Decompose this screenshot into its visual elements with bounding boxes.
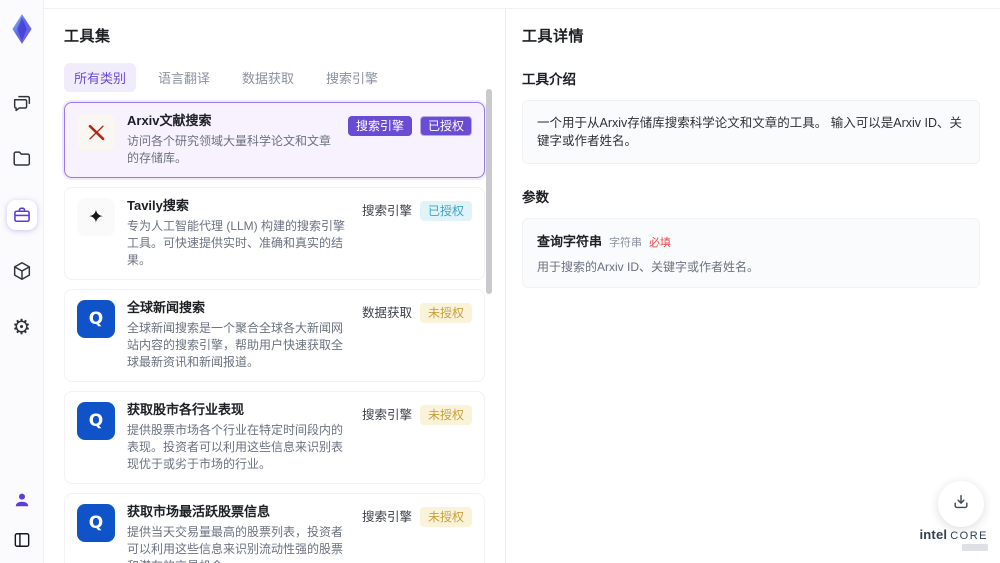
- scrollbar-thumb[interactable]: [486, 89, 492, 294]
- param-type: 字符串: [609, 237, 643, 249]
- detail-title: 工具详情: [522, 28, 585, 45]
- chat-icon[interactable]: [7, 88, 37, 118]
- tool-card[interactable]: Q 全球新闻搜索 全球新闻搜索是一个聚合全球各大新闻网站内容的搜索引擎，帮助用户…: [64, 289, 485, 382]
- tool-card[interactable]: ✦ Tavily搜索 专为人工智能代理 (LLM) 构建的搜索引擎工具。可快速提…: [64, 187, 485, 280]
- tool-detail-panel: 工具详情 工具介绍 一个用于从Arxiv存储库搜索科学论文和文章的工具。 输入可…: [506, 9, 1000, 563]
- tool-category-badge: 数据获取: [361, 306, 412, 320]
- param-description: 用于搜索的Arxiv ID、关键字或作者姓名。: [537, 260, 760, 274]
- param-item: 查询字符串 字符串 必填 用于搜索的Arxiv ID、关键字或作者姓名。: [537, 231, 965, 275]
- brand-badge: [962, 544, 988, 551]
- tool-title: 获取市场最活跃股票信息: [127, 504, 271, 519]
- brand-core-text: CORE: [950, 530, 988, 542]
- tool-badges: 数据获取 未授权: [362, 300, 472, 371]
- tool-icon: Q: [77, 300, 115, 338]
- tool-card[interactable]: Arxiv文献搜索 访问各个研究领域大量科学论文和文章的存储库。 搜索引擎 已授…: [64, 102, 485, 178]
- tool-description: 专为人工智能代理 (LLM) 构建的搜索引擎工具。可快速提供实时、准确和真实的结…: [127, 219, 346, 267]
- tool-badges: 搜索引擎 已授权: [362, 198, 472, 269]
- user-icon[interactable]: [7, 485, 37, 515]
- tool-auth-badge: 未授权: [419, 507, 472, 527]
- tool-auth-badge: 已授权: [419, 116, 472, 136]
- category-tab[interactable]: 语言翻译: [148, 63, 220, 92]
- param-required-flag: 必填: [649, 237, 672, 249]
- tool-description: 全球新闻搜索是一个聚合全球各大新闻网站内容的搜索引擎，帮助用户快速获取全球最新资…: [127, 321, 344, 369]
- category-tab[interactable]: 所有类别: [64, 63, 137, 92]
- tool-auth-badge: 未授权: [419, 405, 472, 425]
- intel-core-logo: intel CORE: [919, 527, 988, 551]
- tool-badges: 搜索引擎 未授权: [362, 504, 472, 563]
- brand-intel-text: intel: [919, 527, 948, 542]
- params-heading: 参数: [522, 190, 549, 205]
- intro-text: 一个用于从Arxiv存储库搜索科学论文和文章的工具。 输入可以是Arxiv ID…: [522, 100, 980, 164]
- param-name: 查询字符串: [537, 234, 603, 249]
- tool-icon: Q: [77, 504, 115, 542]
- cube-icon[interactable]: [7, 256, 37, 286]
- tool-title: 全球新闻搜索: [127, 300, 206, 315]
- tool-title: Tavily搜索: [127, 198, 189, 213]
- category-tab[interactable]: 搜索引擎: [316, 63, 388, 92]
- briefcase-icon[interactable]: [6, 200, 37, 230]
- tool-card[interactable]: Q 获取股市各行业表现 提供股票市场各个行业在特定时间段内的表现。投资者可以利用…: [64, 391, 485, 484]
- tool-description: 访问各个研究领域大量科学论文和文章的存储库。: [127, 134, 332, 165]
- intro-heading: 工具介绍: [522, 72, 576, 87]
- tool-category-badge: 搜索引擎: [361, 510, 412, 524]
- tool-icon: [77, 113, 115, 151]
- download-button[interactable]: [938, 481, 984, 527]
- tool-description: 提供股票市场各个行业在特定时间段内的表现。投资者可以利用这些信息来识别表现优于或…: [127, 423, 344, 471]
- gear-icon[interactable]: ⚙: [7, 312, 37, 342]
- app-logo-icon[interactable]: [7, 10, 37, 48]
- download-icon: [951, 492, 971, 517]
- tool-title: 获取股市各行业表现: [127, 402, 245, 417]
- rail-nav: ⚙: [6, 88, 37, 342]
- folder-icon[interactable]: [7, 144, 37, 174]
- tool-card-list: Arxiv文献搜索 访问各个研究领域大量科学论文和文章的存储库。 搜索引擎 已授…: [64, 102, 485, 563]
- app-window: ⚙ 工具集 所有类别 语言翻译 数据获取 搜索引擎 Arxiv文献搜索 访问各个…: [0, 0, 1000, 563]
- tool-badges: 搜索引擎 未授权: [362, 402, 472, 473]
- rail-bottom: [0, 485, 44, 555]
- params-box: 查询字符串 字符串 必填 用于搜索的Arxiv ID、关键字或作者姓名。: [522, 218, 980, 288]
- tool-category-badge: 搜索引擎: [361, 204, 412, 218]
- tool-category-badge: 搜索引擎: [347, 116, 412, 136]
- tool-auth-badge: 已授权: [419, 201, 472, 221]
- tool-list-panel: 工具集 所有类别 语言翻译 数据获取 搜索引擎 Arxiv文献搜索 访问各个研究领域大…: [44, 9, 505, 563]
- tool-auth-badge: 未授权: [419, 303, 472, 323]
- tool-icon: Q: [77, 402, 115, 440]
- left-rail: ⚙: [0, 0, 44, 563]
- tool-icon: ✦: [77, 198, 115, 236]
- tool-description: 提供当天交易量最高的股票列表，投资者可以利用这些信息来识别流动性强的股票和潜在的…: [127, 525, 344, 563]
- category-tabs: 所有类别 语言翻译 数据获取 搜索引擎: [64, 63, 505, 92]
- tool-category-badge: 搜索引擎: [361, 408, 412, 422]
- tool-card[interactable]: Q 获取市场最活跃股票信息 提供当天交易量最高的股票列表，投资者可以利用这些信息…: [64, 493, 485, 563]
- panel-toggle-icon[interactable]: [7, 525, 37, 555]
- page-title: 工具集: [64, 28, 111, 45]
- tool-badges: 搜索引擎 已授权: [347, 113, 472, 167]
- category-tab[interactable]: 数据获取: [232, 63, 304, 92]
- tool-title: Arxiv文献搜索: [127, 113, 212, 128]
